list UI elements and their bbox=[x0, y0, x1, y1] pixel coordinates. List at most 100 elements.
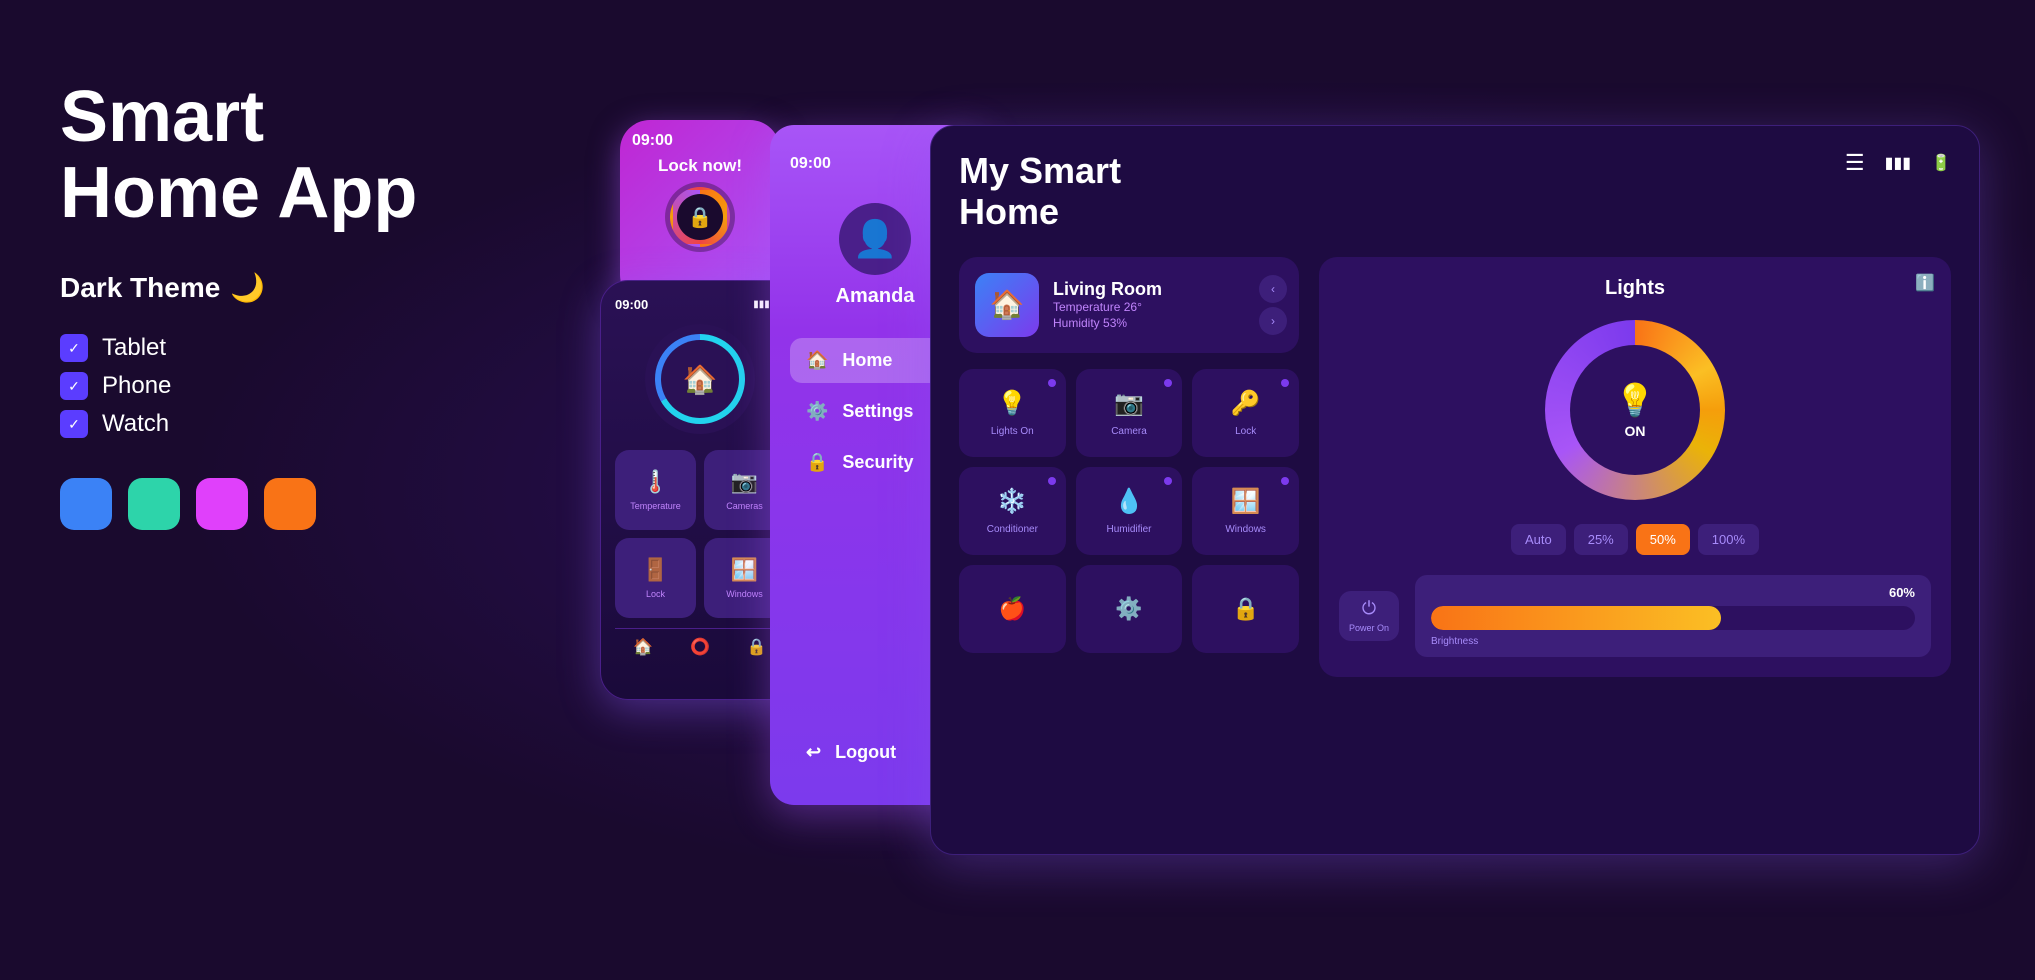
tablet-header-icons: ☰ ▮▮▮ 🔋 bbox=[1845, 150, 1951, 176]
home-ring[interactable]: 🏠 bbox=[645, 324, 755, 434]
windows-label: Windows bbox=[726, 589, 763, 599]
room-info: Living Room Temperature 26° Humidity 53% bbox=[1053, 279, 1162, 330]
room-nav-arrows: ‹ › bbox=[1259, 275, 1287, 335]
phone-device-grid: 🌡️ Temperature 📷 Cameras 🚪 Lock 🪟 Window… bbox=[615, 450, 785, 618]
power-on-label: Power On bbox=[1349, 623, 1389, 633]
brightness-toggle-control: 60% Brightness bbox=[1415, 575, 1931, 657]
tablet-header: My Smart Home ☰ ▮▮▮ 🔋 bbox=[959, 150, 1951, 233]
lock-bottom-icon: 🔒 bbox=[1232, 596, 1259, 622]
conditioner-label: Conditioner bbox=[987, 524, 1038, 535]
color-teal bbox=[128, 478, 180, 530]
tablet-screen: My Smart Home ☰ ▮▮▮ 🔋 🏠 Living Room Temp… bbox=[930, 125, 1980, 855]
windows-icon: 🪟 bbox=[731, 557, 758, 583]
lights-section-title: Lights bbox=[1339, 277, 1931, 300]
phone-temperature[interactable]: 🌡️ Temperature bbox=[615, 450, 696, 530]
lights-card[interactable]: 💡 Lights On bbox=[959, 369, 1066, 457]
nav-circle-icon[interactable]: ⭕ bbox=[690, 637, 710, 657]
lock-card-icon: 🔑 bbox=[1231, 389, 1261, 418]
power-on-button[interactable]: ⏻ Power On bbox=[1339, 591, 1399, 641]
color-palette bbox=[60, 478, 440, 530]
windows-card[interactable]: 🪟 Windows bbox=[1192, 467, 1299, 555]
power-indicator bbox=[1048, 379, 1056, 387]
phone-status-bar: 09:00 ▮▮▮ 🔋 bbox=[615, 297, 785, 312]
watch-widget: 09:00 Lock now! 🔒 bbox=[620, 120, 780, 305]
humidity-stat: Humidity 53% bbox=[1053, 316, 1162, 330]
device-phone: ✓ Phone bbox=[60, 372, 440, 400]
lights-ring-control[interactable]: 💡 ON bbox=[1545, 320, 1725, 500]
lights-icon: 💡 bbox=[997, 389, 1027, 418]
humidifier-card[interactable]: 💧 Humidifier bbox=[1076, 467, 1183, 555]
conditioner-card[interactable]: ❄️ Conditioner bbox=[959, 467, 1066, 555]
nav-lock-icon[interactable]: 🔒 bbox=[747, 637, 767, 657]
windows-card-icon: 🪟 bbox=[1231, 487, 1261, 516]
lights-control-section: ℹ️ Lights 💡 ON Auto 25% 50% 100% ⏻ bbox=[1319, 257, 1951, 677]
temperature-label: Temperature bbox=[630, 501, 681, 511]
home-icon: 🏠 bbox=[661, 340, 739, 418]
device-watch: ✓ Watch bbox=[60, 410, 440, 438]
phone-time: 09:00 bbox=[615, 297, 648, 312]
phone-check: ✓ bbox=[60, 372, 88, 400]
color-blue bbox=[60, 478, 112, 530]
brightness-pct: 60% bbox=[1889, 585, 1915, 600]
toggle-track[interactable] bbox=[1431, 606, 1915, 630]
apple-card[interactable]: 🍎 bbox=[959, 565, 1066, 653]
room-section: 🏠 Living Room Temperature 26° Humidity 5… bbox=[959, 257, 1299, 677]
thermometer-icon: 🌡️ bbox=[642, 469, 669, 495]
app-title: Smart Home App bbox=[60, 80, 440, 231]
watch-check: ✓ bbox=[60, 410, 88, 438]
next-room-button[interactable]: › bbox=[1259, 307, 1287, 335]
power-indicator bbox=[1164, 477, 1172, 485]
room-stats: Temperature 26° Humidity 53% bbox=[1053, 300, 1162, 330]
lock-bottom-card[interactable]: 🔒 bbox=[1192, 565, 1299, 653]
lock-label: Lock bbox=[646, 589, 665, 599]
home-nav-icon: 🏠 bbox=[806, 350, 828, 371]
prev-room-button[interactable]: ‹ bbox=[1259, 275, 1287, 303]
25-brightness-button[interactable]: 25% bbox=[1574, 524, 1628, 555]
power-indicator bbox=[1048, 477, 1056, 485]
power-icon: ⏻ bbox=[1362, 598, 1376, 619]
gear-card-icon: ⚙️ bbox=[1115, 596, 1142, 622]
tablet-check: ✓ bbox=[60, 334, 88, 362]
camera-icon: 📷 bbox=[1114, 389, 1144, 418]
color-pink bbox=[196, 478, 248, 530]
room-name: Living Room bbox=[1053, 279, 1162, 300]
user-avatar: 👤 bbox=[839, 203, 911, 275]
brightness-toggle-label: Brightness bbox=[1431, 636, 1915, 647]
security-nav-icon: 🔒 bbox=[806, 452, 828, 473]
bulb-icon: 💡 bbox=[1615, 381, 1655, 419]
lock-card[interactable]: 🔑 Lock bbox=[1192, 369, 1299, 457]
camera-card[interactable]: 📷 Camera bbox=[1076, 369, 1183, 457]
watch-lock-label: Lock now! bbox=[658, 156, 742, 176]
signal-icon: ▮▮▮ bbox=[1885, 153, 1911, 173]
phone-nav-bar: 🏠 ⭕ 🔒 bbox=[615, 628, 785, 657]
brightness-options: Auto 25% 50% 100% bbox=[1511, 524, 1759, 555]
info-icon[interactable]: ℹ️ bbox=[1915, 273, 1935, 293]
nav-home-icon[interactable]: 🏠 bbox=[633, 637, 653, 657]
battery-icon: 🔋 bbox=[1931, 153, 1951, 173]
title-line2: Home App bbox=[60, 153, 417, 233]
tablet-main-content: 🏠 Living Room Temperature 26° Humidity 5… bbox=[959, 257, 1951, 677]
on-label: ON bbox=[1625, 423, 1646, 439]
left-panel: Smart Home App Dark Theme 🌙 ✓ Tablet ✓ P… bbox=[60, 80, 440, 530]
phone-lock[interactable]: 🚪 Lock bbox=[615, 538, 696, 618]
device-tablet: ✓ Tablet bbox=[60, 334, 440, 362]
hamburger-menu-icon[interactable]: ☰ bbox=[1845, 150, 1865, 176]
cameras-label: Cameras bbox=[726, 501, 763, 511]
power-control-row: ⏻ Power On 60% Brightness bbox=[1339, 575, 1931, 657]
lights-ring-inner: 💡 ON bbox=[1570, 345, 1700, 475]
living-room-card[interactable]: 🏠 Living Room Temperature 26° Humidity 5… bbox=[959, 257, 1299, 353]
watch-lock-icon[interactable]: 🔒 bbox=[665, 182, 735, 252]
100-brightness-button[interactable]: 100% bbox=[1698, 524, 1759, 555]
conditioner-icon: ❄️ bbox=[997, 487, 1027, 516]
gear-card[interactable]: ⚙️ bbox=[1076, 565, 1183, 653]
apple-icon: 🍎 bbox=[999, 596, 1026, 622]
auto-brightness-button[interactable]: Auto bbox=[1511, 524, 1566, 555]
lights-label: Lights On bbox=[991, 426, 1034, 437]
power-indicator bbox=[1281, 379, 1289, 387]
temperature-stat: Temperature 26° bbox=[1053, 300, 1162, 314]
50-brightness-button[interactable]: 50% bbox=[1636, 524, 1690, 555]
power-indicator bbox=[1164, 379, 1172, 387]
watch-time: 09:00 bbox=[632, 132, 673, 150]
humidifier-icon: 💧 bbox=[1114, 487, 1144, 516]
logout-nav-icon: ↩ bbox=[806, 742, 821, 763]
